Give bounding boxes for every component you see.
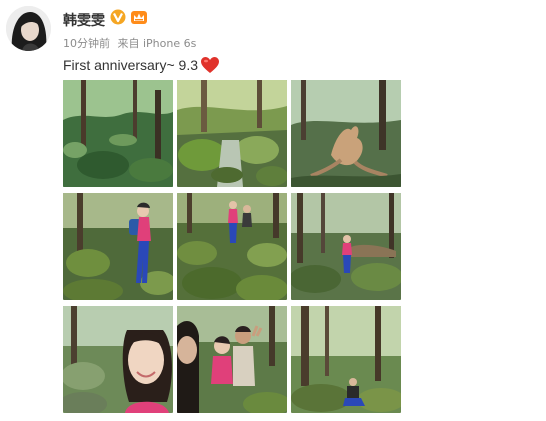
photo-thumbnail[interactable] (63, 193, 173, 300)
weibo-post: 韩雯雯 10分钟前 来自 iPhone 6s First anniversary… (0, 0, 546, 421)
photo-thumbnail[interactable] (177, 306, 287, 413)
forest-moss-photo (63, 80, 173, 187)
post-time: 10分钟前 (63, 37, 110, 50)
photo-thumbnail[interactable] (291, 193, 401, 300)
author-name[interactable]: 韩雯雯 (63, 10, 105, 30)
photo-thumbnail[interactable] (291, 306, 401, 413)
photo-thumbnail[interactable] (63, 80, 173, 187)
avatar[interactable] (6, 6, 51, 51)
twisted-roots-photo (291, 80, 401, 187)
heart-icon (201, 57, 219, 73)
hiker-woman-photo (63, 193, 173, 300)
man-sitting-photo (291, 306, 401, 413)
photo-grid (63, 80, 401, 413)
selfie-woman-photo (63, 306, 173, 413)
vip-v-icon (110, 9, 126, 25)
couple-selfie-photo (177, 306, 287, 413)
stream-rocks-photo (177, 80, 287, 187)
hiker-forest-photo (291, 193, 401, 300)
post-text: First anniversary~ 9.3 (63, 57, 198, 73)
post-content: First anniversary~ 9.3 (63, 56, 220, 74)
photo-thumbnail[interactable] (63, 306, 173, 413)
member-crown-icon[interactable] (130, 9, 148, 25)
photo-thumbnail[interactable] (177, 193, 287, 300)
photo-thumbnail[interactable] (291, 80, 401, 187)
hikers-rocks-photo (177, 193, 287, 300)
photo-thumbnail[interactable] (177, 80, 287, 187)
post-source[interactable]: 来自 iPhone 6s (118, 37, 197, 50)
post-meta: 10分钟前 来自 iPhone 6s (63, 35, 196, 51)
